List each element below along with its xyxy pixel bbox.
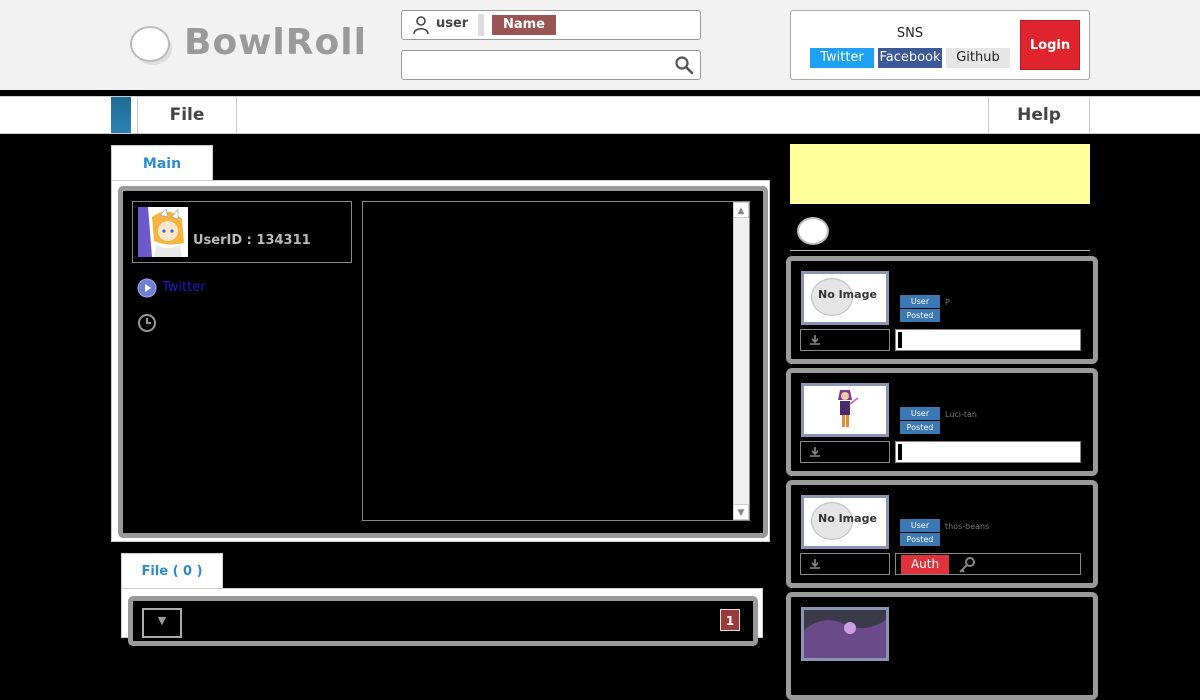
download-icon bbox=[810, 559, 820, 569]
name-tag: Name bbox=[492, 15, 556, 35]
login-button[interactable]: Login bbox=[1020, 20, 1080, 70]
menu-accent bbox=[111, 97, 131, 133]
divider bbox=[478, 14, 484, 36]
user-label: user bbox=[436, 16, 469, 31]
page-number-button[interactable]: 1 bbox=[720, 609, 740, 631]
twitter-link[interactable]: Twitter bbox=[162, 280, 206, 295]
menu-file[interactable]: File bbox=[137, 97, 237, 133]
menu-help[interactable]: Help bbox=[988, 97, 1090, 133]
progress-fill bbox=[898, 444, 902, 460]
post-username[interactable]: P bbox=[945, 298, 950, 307]
circle-logo-icon bbox=[797, 217, 829, 245]
key-icon[interactable] bbox=[958, 556, 976, 574]
post-thumbnail[interactable] bbox=[801, 607, 889, 661]
user-tag: User bbox=[900, 295, 940, 308]
avatar[interactable] bbox=[138, 207, 188, 257]
post-username[interactable]: Luci-tan bbox=[945, 410, 977, 419]
user-tag: User bbox=[900, 519, 940, 532]
twitter-button[interactable]: Twitter bbox=[810, 48, 874, 68]
download-button[interactable] bbox=[800, 441, 890, 463]
logo-circle-icon bbox=[130, 26, 170, 62]
scrollbar[interactable] bbox=[733, 202, 749, 520]
auth-bar: Auth bbox=[895, 553, 1081, 575]
post-card[interactable]: No Image User Posted thos-beans Auth bbox=[786, 480, 1098, 588]
progress-bar bbox=[895, 329, 1081, 351]
ad-banner[interactable] bbox=[790, 144, 1090, 204]
user-id: UserID : 134311 bbox=[193, 233, 311, 248]
download-button[interactable] bbox=[800, 329, 890, 351]
user-tag: User bbox=[900, 407, 940, 420]
search-input[interactable] bbox=[407, 54, 667, 76]
auth-button[interactable]: Auth bbox=[901, 555, 949, 574]
search-icon[interactable] bbox=[674, 55, 694, 75]
post-username[interactable]: thos-beans bbox=[945, 522, 989, 531]
character-thumbnail-icon bbox=[804, 386, 886, 434]
clock-icon bbox=[138, 314, 156, 332]
divider bbox=[790, 250, 1090, 251]
post-thumbnail[interactable]: No Image bbox=[801, 495, 889, 549]
download-button[interactable] bbox=[800, 553, 890, 575]
file-frame bbox=[128, 596, 758, 646]
thumbnail-image-icon bbox=[804, 610, 886, 658]
post-thumbnail[interactable]: No Image bbox=[801, 271, 889, 325]
scroll-down-arrow-icon[interactable]: ▼ bbox=[733, 504, 749, 520]
sns-title: SNS bbox=[896, 26, 924, 41]
no-image-label: No Image bbox=[818, 288, 877, 301]
github-button[interactable]: Github bbox=[946, 48, 1010, 68]
progress-fill bbox=[898, 332, 902, 348]
header-divider bbox=[0, 90, 1200, 95]
posted-tag: Posted bbox=[900, 533, 940, 546]
tab-file[interactable]: File ( 0 ) bbox=[121, 553, 223, 589]
progress-bar bbox=[895, 441, 1081, 463]
posted-tag: Posted bbox=[900, 309, 940, 322]
file-dropdown-icon[interactable]: ▼ bbox=[142, 608, 182, 638]
user-icon bbox=[413, 16, 429, 35]
post-thumbnail[interactable] bbox=[801, 383, 889, 437]
no-image-label: No Image bbox=[818, 512, 877, 525]
facebook-button[interactable]: Facebook bbox=[878, 48, 942, 68]
tab-main[interactable]: Main bbox=[111, 145, 213, 181]
posted-tag: Posted bbox=[900, 421, 940, 434]
download-icon bbox=[810, 447, 820, 457]
description-textarea[interactable] bbox=[362, 201, 750, 521]
scroll-up-arrow-icon[interactable]: ▲ bbox=[733, 202, 749, 218]
site-logo[interactable]: BowlRoll bbox=[184, 22, 367, 63]
post-card[interactable] bbox=[786, 592, 1098, 700]
play-circle-icon bbox=[137, 278, 157, 298]
download-icon bbox=[810, 335, 820, 345]
post-card[interactable]: User Posted Luci-tan bbox=[786, 368, 1098, 476]
post-card[interactable]: No Image User Posted P bbox=[786, 256, 1098, 364]
